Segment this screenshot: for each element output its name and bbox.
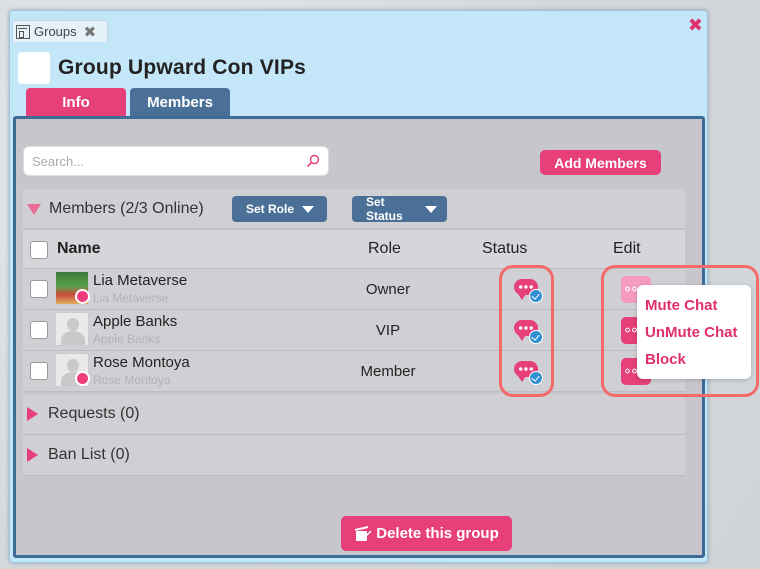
- member-context-menu: Mute Chat UnMute Chat Block: [637, 285, 751, 379]
- members-panel: Add Members Members (2/3 Online) Set Rol…: [13, 116, 705, 558]
- table-header-row: Name Role Status Edit: [23, 230, 685, 269]
- chat-status-icon[interactable]: [514, 359, 544, 385]
- group-avatar: [18, 52, 50, 84]
- header-edit: Edit: [613, 240, 641, 257]
- tab-members[interactable]: Members: [130, 88, 230, 117]
- header-role: Role: [368, 240, 401, 257]
- member-username: Lia Metaverse: [93, 291, 169, 305]
- menu-item-mute-chat[interactable]: Mute Chat: [637, 292, 751, 319]
- groups-window-icon: [16, 24, 30, 39]
- row-checkbox[interactable]: [30, 321, 48, 339]
- search-input[interactable]: [32, 153, 306, 169]
- delete-group-button[interactable]: Delete this group: [341, 516, 512, 551]
- set-role-label: Set Role: [246, 202, 295, 216]
- group-title: Group Upward Con VIPs: [58, 56, 307, 79]
- member-username: Apple Banks: [93, 332, 161, 346]
- row-checkbox[interactable]: [30, 362, 48, 380]
- header-status: Status: [482, 240, 528, 257]
- table-row: Lia Metaverse Lia Metaverse Owner: [23, 269, 685, 310]
- menu-item-unmute-chat[interactable]: UnMute Chat: [637, 319, 751, 346]
- groups-window: Groups ✖ ✖ Group Upward Con VIPs Info Me…: [9, 10, 708, 563]
- tab-info[interactable]: Info: [26, 88, 126, 117]
- member-name: Rose Montoya: [93, 354, 190, 371]
- chat-status-icon[interactable]: [514, 277, 544, 303]
- search-icon: [306, 154, 320, 168]
- check-badge-icon: [529, 289, 543, 303]
- delete-icon: [355, 525, 372, 541]
- member-role: Member: [360, 363, 416, 380]
- ban-list-section[interactable]: Ban List (0): [23, 435, 685, 476]
- members-section-header: Members (2/3 Online) Set Role Set Status: [23, 189, 685, 229]
- set-status-label: Set Status: [366, 195, 403, 223]
- requests-label: Requests (0): [48, 405, 140, 422]
- expand-triangle-icon: [27, 203, 41, 215]
- table-row: Apple Banks Apple Banks VIP: [23, 310, 685, 351]
- window-tab-label: Groups: [34, 24, 77, 39]
- members-table: Name Role Status Edit Lia Metaverse Lia …: [23, 230, 685, 392]
- table-row: Rose Montoya Rose Montoya Member: [23, 351, 685, 392]
- select-all-checkbox[interactable]: [30, 241, 48, 259]
- online-indicator-icon: [75, 371, 90, 386]
- member-role: Owner: [365, 281, 411, 298]
- chevron-down-icon: [302, 205, 315, 213]
- delete-group-label: Delete this group: [376, 525, 499, 542]
- member-username: Rose Montoya: [93, 373, 171, 387]
- tab-close-icon[interactable]: ✖: [84, 23, 97, 41]
- expand-triangle-icon: [27, 407, 38, 421]
- online-indicator-icon: [75, 289, 90, 304]
- header-name: Name: [57, 240, 101, 257]
- tab-bar: Info Members: [26, 88, 230, 117]
- requests-section[interactable]: Requests (0): [23, 394, 685, 435]
- check-badge-icon: [529, 330, 543, 344]
- window-close-icon[interactable]: ✖: [688, 15, 703, 36]
- add-members-button[interactable]: Add Members: [540, 150, 661, 175]
- member-name: Apple Banks: [93, 313, 178, 330]
- search-box[interactable]: [23, 146, 329, 176]
- chat-status-icon[interactable]: [514, 318, 544, 344]
- member-name: Lia Metaverse: [93, 272, 188, 289]
- members-section-label: Members (2/3 Online): [49, 200, 204, 217]
- window-tab[interactable]: Groups ✖: [12, 20, 108, 42]
- menu-item-block[interactable]: Block: [637, 346, 751, 373]
- set-status-dropdown[interactable]: Set Status: [352, 195, 447, 223]
- avatar: [55, 312, 89, 346]
- ban-list-label: Ban List (0): [48, 446, 130, 463]
- chevron-down-icon: [425, 205, 437, 213]
- set-role-dropdown[interactable]: Set Role: [232, 196, 327, 222]
- row-checkbox[interactable]: [30, 280, 48, 298]
- check-badge-icon: [529, 371, 543, 385]
- member-role: VIP: [375, 322, 401, 339]
- expand-triangle-icon: [27, 448, 38, 462]
